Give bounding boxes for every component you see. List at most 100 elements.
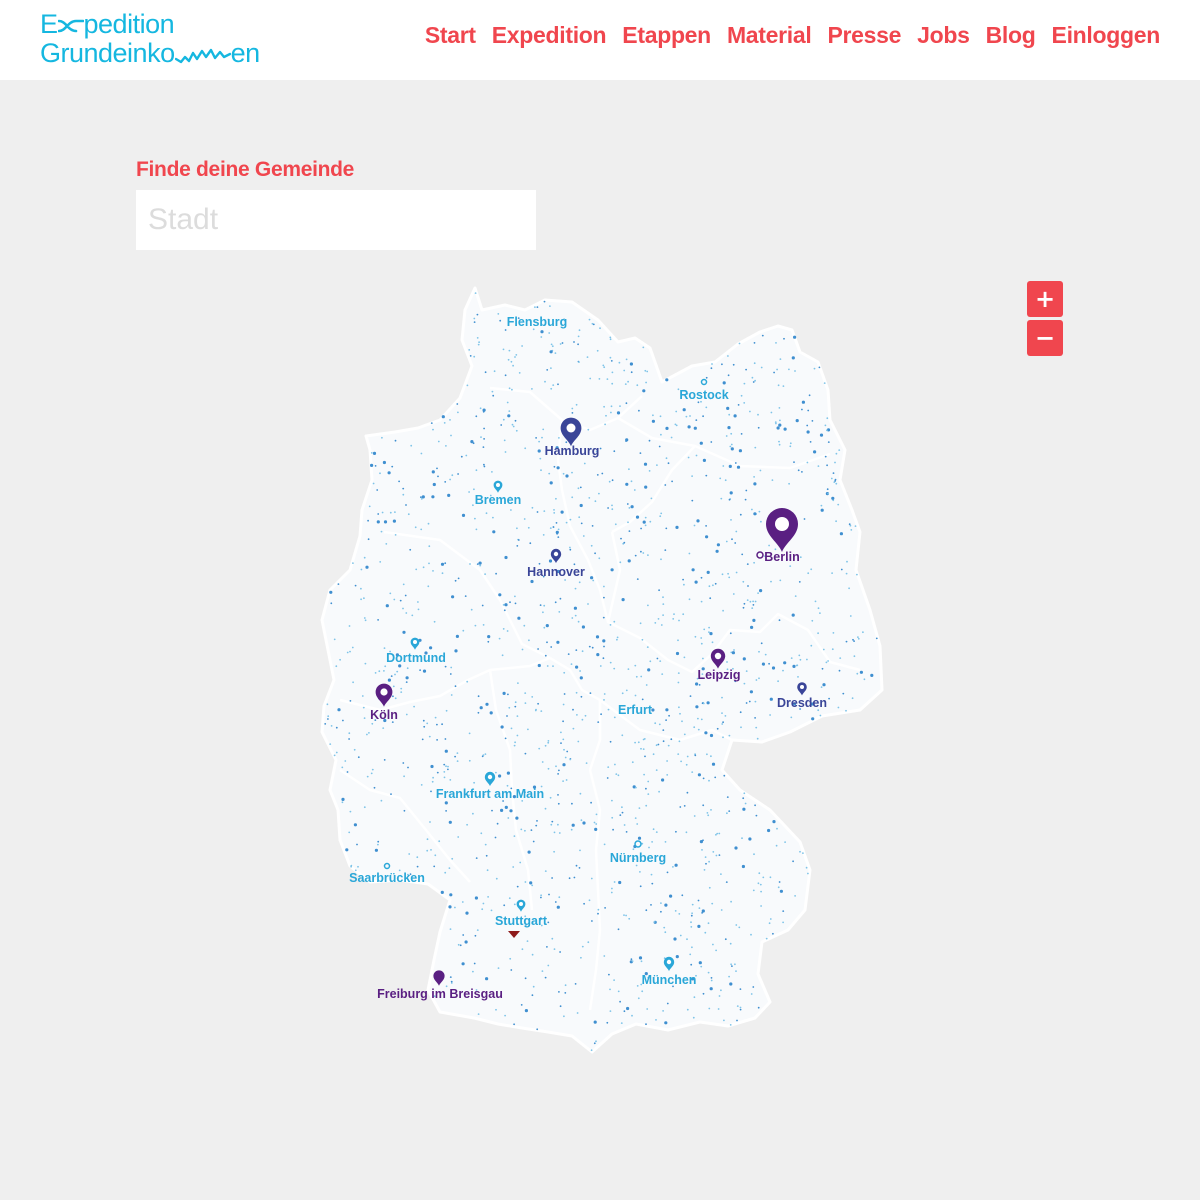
municipality-dot xyxy=(619,561,622,564)
municipality-dot xyxy=(342,719,344,722)
municipality-dot xyxy=(656,657,659,660)
zoom-out-button[interactable]: − xyxy=(1027,320,1063,356)
municipality-dot xyxy=(348,738,350,740)
municipality-dot xyxy=(665,426,669,430)
municipality-dot xyxy=(581,945,584,948)
municipality-dot xyxy=(645,1023,647,1026)
municipality-dot xyxy=(483,427,485,430)
nav-einloggen[interactable]: Einloggen xyxy=(1052,22,1161,49)
nav-material[interactable]: Material xyxy=(727,22,812,49)
municipality-dot xyxy=(648,470,651,472)
municipality-dot xyxy=(647,554,649,556)
municipality-dot xyxy=(382,460,386,465)
municipality-dot xyxy=(504,805,508,810)
municipality-dot xyxy=(640,550,642,553)
municipality-dot xyxy=(449,779,452,781)
municipality-dot xyxy=(360,598,362,601)
municipality-dot xyxy=(775,342,777,344)
municipality-dot xyxy=(411,614,414,617)
municipality-dot xyxy=(374,848,378,852)
municipality-dot xyxy=(623,541,626,544)
municipality-dot xyxy=(379,561,382,563)
municipality-dot xyxy=(678,913,681,915)
municipality-dot xyxy=(515,429,518,432)
municipality-dot xyxy=(559,951,561,953)
municipality-dot xyxy=(741,837,743,840)
municipality-dot xyxy=(578,516,581,519)
municipality-dot xyxy=(594,500,597,503)
municipality-dot xyxy=(430,764,434,769)
marker-flensburg[interactable]: Flensburg xyxy=(507,315,567,329)
germany-map[interactable]: Flensburg Rostock Hamburg Bremen Berlin … xyxy=(300,270,920,1070)
municipality-dot xyxy=(547,740,550,742)
municipality-dot xyxy=(473,317,476,320)
municipality-dot xyxy=(465,454,468,457)
municipality-dot xyxy=(398,480,400,483)
nav-presse[interactable]: Presse xyxy=(827,22,901,49)
municipality-dot xyxy=(554,352,557,354)
municipality-dot xyxy=(675,955,679,959)
municipality-dot xyxy=(502,628,505,630)
municipality-dot xyxy=(710,367,713,370)
municipality-dot xyxy=(760,366,763,369)
municipality-dot xyxy=(630,371,633,374)
nav-expedition[interactable]: Expedition xyxy=(492,22,607,49)
nav-jobs[interactable]: Jobs xyxy=(917,22,970,49)
municipality-dot xyxy=(732,593,735,595)
pin-berlin-dot xyxy=(775,517,789,531)
municipality-dot xyxy=(445,709,448,712)
municipality-dot xyxy=(813,367,816,370)
municipality-dot xyxy=(531,696,534,698)
municipality-dot xyxy=(621,811,624,814)
municipality-dot xyxy=(393,598,396,601)
municipality-dot xyxy=(524,1009,528,1013)
nav-blog[interactable]: Blog xyxy=(986,22,1036,49)
municipality-dot xyxy=(556,466,560,470)
municipality-dot xyxy=(660,512,663,515)
municipality-dot xyxy=(550,387,553,390)
municipality-dot xyxy=(513,1023,515,1026)
municipality-dot xyxy=(394,697,397,700)
municipality-dot xyxy=(592,579,595,582)
municipality-dot xyxy=(367,538,370,541)
municipality-dot xyxy=(557,528,560,531)
municipality-dot xyxy=(454,579,457,582)
municipality-dot xyxy=(606,378,609,380)
municipality-dot xyxy=(751,508,753,511)
municipality-dot xyxy=(556,532,558,535)
municipality-dot xyxy=(345,848,349,852)
municipality-dot xyxy=(610,411,612,414)
marker-erfurt[interactable]: Erfurt xyxy=(618,703,653,717)
municipality-dot xyxy=(856,672,859,675)
municipality-dot xyxy=(706,701,710,705)
nav-etappen[interactable]: Etappen xyxy=(622,22,711,49)
city-search-input[interactable] xyxy=(136,190,536,250)
municipality-dot xyxy=(516,734,519,737)
municipality-dot xyxy=(600,713,602,716)
municipality-dot xyxy=(510,360,513,363)
municipality-dot xyxy=(662,729,665,731)
municipality-dot xyxy=(753,342,756,344)
municipality-dot xyxy=(555,522,558,524)
municipality-dot xyxy=(584,714,587,717)
municipality-dot xyxy=(372,451,377,455)
municipality-dot xyxy=(743,682,746,685)
zoom-in-button[interactable]: + xyxy=(1027,281,1063,317)
municipality-dot xyxy=(514,602,517,605)
municipality-dot xyxy=(746,563,749,565)
municipality-dot xyxy=(682,613,685,616)
municipality-dot xyxy=(704,856,707,858)
municipality-dot xyxy=(351,646,354,649)
municipality-dot xyxy=(745,702,748,704)
municipality-dot xyxy=(837,503,840,506)
municipality-dot xyxy=(513,835,516,837)
municipality-dot xyxy=(543,300,546,303)
municipality-dot xyxy=(571,407,574,410)
municipality-dot xyxy=(621,734,624,737)
pin-leipzig-dot xyxy=(714,652,722,660)
municipality-dot xyxy=(782,669,784,672)
nav-start[interactable]: Start xyxy=(425,22,476,49)
pin-koeln-dot xyxy=(380,688,388,696)
municipality-dot xyxy=(779,358,782,360)
expedition-grundeinkommen-logo[interactable]: Epedition Grundeinko en xyxy=(40,10,290,70)
